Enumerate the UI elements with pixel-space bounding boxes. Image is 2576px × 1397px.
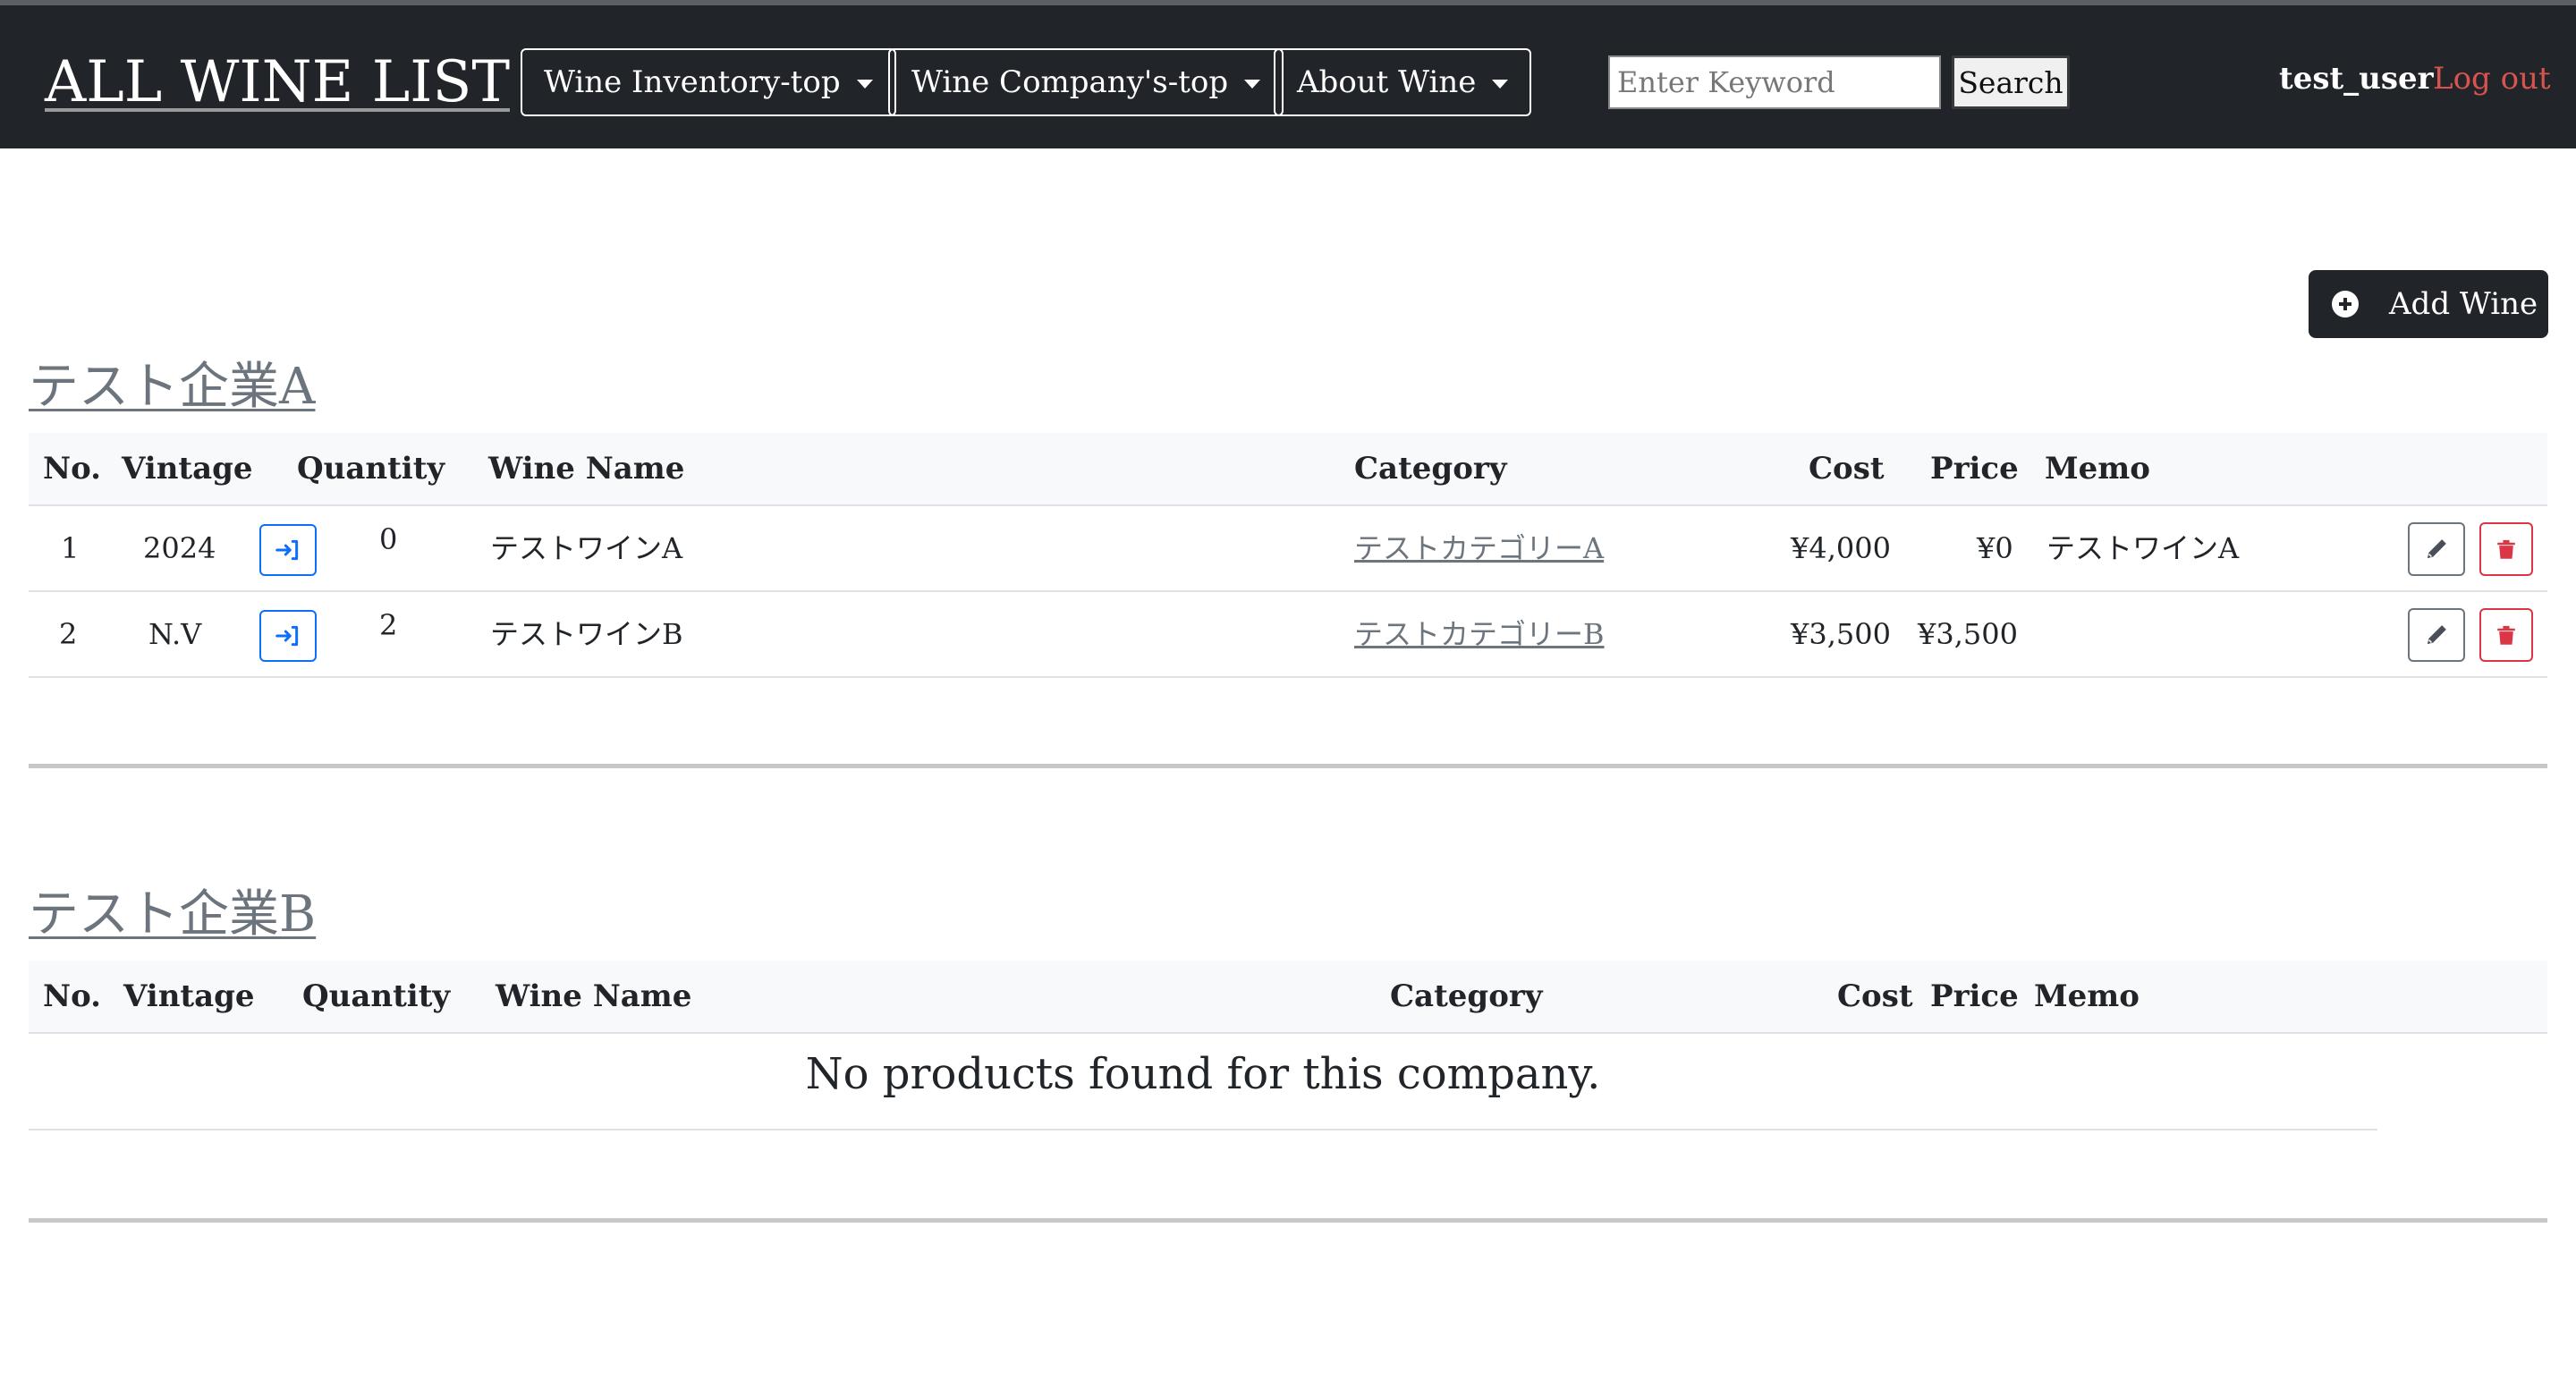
company-title[interactable]: テスト企業B <box>29 884 316 946</box>
cell-quantity: 2 <box>379 608 398 642</box>
cell-category-link[interactable]: テストカテゴリーA <box>1354 506 1604 590</box>
cell-quantity: 0 <box>379 522 398 556</box>
header-category: Category <box>1354 451 1507 487</box>
header-memo: Memo <box>2045 451 2150 487</box>
edit-button[interactable] <box>2408 608 2465 662</box>
plus-circle-icon <box>2332 291 2359 318</box>
brand-title[interactable]: ALL WINE LIST <box>45 47 510 118</box>
caret-down-icon <box>1492 80 1509 89</box>
nav-dropdown-label: Wine Inventory-top <box>544 64 841 100</box>
nav-dropdown-label: About Wine <box>1297 64 1477 100</box>
table-row: 1 2024 0 テストワインA テストカテゴリーA ¥4,000 ¥0 テスト… <box>29 506 2547 592</box>
search-input[interactable] <box>1608 55 1941 109</box>
pencil-icon <box>2427 539 2446 559</box>
caret-down-icon <box>1244 80 1261 89</box>
pencil-icon <box>2427 625 2446 645</box>
search-button[interactable]: Search <box>1952 55 2070 109</box>
box-arrow-in-right-icon <box>275 625 299 647</box>
cell-price: ¥3,500 <box>1918 617 2018 651</box>
stock-in-button[interactable] <box>259 610 317 662</box>
header-no: No. <box>43 451 101 487</box>
logout-link[interactable]: Log out <box>2433 61 2551 97</box>
section-divider <box>29 1218 2547 1223</box>
trash-icon <box>2497 539 2515 559</box>
caret-down-icon <box>856 80 873 89</box>
nav-dropdown-wine-inventory[interactable]: Wine Inventory-top <box>521 48 896 116</box>
header-price: Price <box>1930 978 2019 1014</box>
cell-no: 1 <box>61 531 80 565</box>
table-header: No. Vintage Quantity Wine Name Category … <box>29 961 2547 1034</box>
add-wine-label: Add Wine <box>2389 286 2538 322</box>
table-header: No. Vintage Quantity Wine Name Category … <box>29 433 2547 506</box>
cell-no: 2 <box>59 617 78 651</box>
header-memo: Memo <box>2034 978 2140 1014</box>
table-row: 2 N.V 2 テストワインB テストカテゴリーB ¥3,500 ¥3,500 <box>29 592 2547 678</box>
empty-table-row: No products found for this company. <box>29 1034 2377 1130</box>
header-wine-name: Wine Name <box>488 451 685 487</box>
cell-vintage: N.V <box>148 617 202 651</box>
cell-price: ¥0 <box>1977 531 2013 565</box>
cell-wine-name: テストワインA <box>490 531 683 565</box>
trash-icon <box>2497 625 2515 645</box>
section-divider <box>29 764 2547 768</box>
cell-wine-name: テストワインB <box>490 617 683 651</box>
header-quantity: Quantity <box>297 451 445 487</box>
company-title[interactable]: テスト企業A <box>29 356 315 419</box>
cell-cost: ¥4,000 <box>1791 531 1891 565</box>
empty-message: No products found for this company. <box>805 1049 1601 1099</box>
cell-category-link[interactable]: テストカテゴリーB <box>1354 592 1605 676</box>
nav-dropdown-about-wine[interactable]: About Wine <box>1274 48 1532 116</box>
nav-dropdown-wine-company[interactable]: Wine Company's-top <box>888 48 1284 116</box>
delete-button[interactable] <box>2479 522 2533 576</box>
header-vintage: Vintage <box>123 978 255 1014</box>
header-category: Category <box>1390 978 1543 1014</box>
header-quantity: Quantity <box>302 978 451 1014</box>
header-price: Price <box>1930 451 2019 487</box>
current-user: test_user <box>2279 61 2434 97</box>
cell-memo: テストワインA <box>2046 531 2240 565</box>
header-cost: Cost <box>1809 451 1885 487</box>
header-vintage: Vintage <box>122 451 253 487</box>
add-wine-button[interactable]: Add Wine <box>2309 270 2548 338</box>
cell-vintage: 2024 <box>143 531 216 565</box>
stock-in-button[interactable] <box>259 524 317 576</box>
box-arrow-in-right-icon <box>275 539 299 561</box>
nav-dropdown-label: Wine Company's-top <box>911 64 1229 100</box>
header-no: No. <box>43 978 101 1014</box>
header-wine-name: Wine Name <box>496 978 692 1014</box>
cell-cost: ¥3,500 <box>1791 617 1891 651</box>
header-cost: Cost <box>1837 978 1913 1014</box>
top-navbar: ALL WINE LIST Wine Inventory-top Wine Co… <box>0 0 2576 148</box>
delete-button[interactable] <box>2479 608 2533 662</box>
edit-button[interactable] <box>2408 522 2465 576</box>
